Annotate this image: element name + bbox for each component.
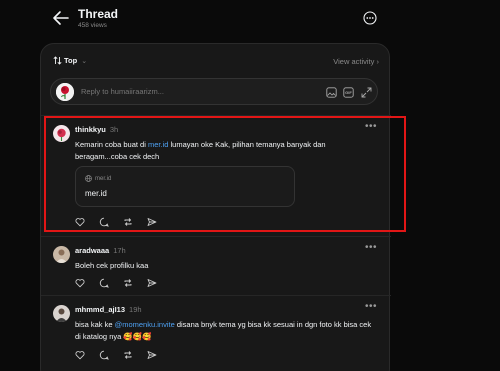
text-segment: bisa kak ke (75, 320, 115, 329)
list-item: mhmmd_ajI13 19h ••• bisa kak ke @momenku.… (41, 295, 391, 371)
username[interactable]: aradwaaa 17h (75, 246, 126, 255)
rose-avatar-icon (56, 83, 74, 101)
comment-icon[interactable] (99, 278, 109, 288)
share-icon[interactable] (147, 278, 157, 288)
heart-icon[interactable] (75, 278, 85, 288)
svg-text:GIF: GIF (345, 90, 352, 95)
sort-dropdown[interactable]: Top ⌄ (53, 56, 87, 65)
reply-input[interactable]: Reply to humaiiraarizm... (81, 87, 164, 96)
reply-box[interactable]: Reply to humaiiraarizm... GIF (50, 78, 378, 105)
avatar[interactable] (53, 246, 70, 263)
sort-icon (53, 56, 62, 65)
repost-icon[interactable] (123, 350, 133, 360)
gif-icon[interactable]: GIF (343, 87, 354, 98)
title-block: Thread 458 views (78, 7, 118, 29)
more-icon[interactable]: ••• (365, 242, 377, 253)
view-activity-link[interactable]: View activity › (333, 57, 379, 66)
post-actions (75, 278, 157, 288)
post-text: bisa kak ke @momenku.invite disana bnyk … (75, 319, 375, 343)
view-activity-label: View activity (333, 57, 375, 66)
chevron-down-icon: ⌄ (81, 57, 88, 65)
page-title: Thread (78, 7, 119, 21)
sort-label: Top (64, 56, 78, 65)
username[interactable]: mhmmd_ajI13 19h (75, 305, 142, 314)
view-count: 458 views (78, 22, 107, 29)
more-icon[interactable]: ••• (365, 301, 377, 312)
avatar (56, 83, 74, 101)
back-arrow-icon[interactable] (52, 10, 70, 26)
expand-icon[interactable] (361, 87, 372, 98)
repost-icon[interactable] (123, 278, 133, 288)
avatar[interactable] (53, 305, 70, 322)
sort-bar: Top ⌄ View activity › (53, 56, 379, 70)
more-options-icon[interactable] (363, 11, 377, 25)
share-icon[interactable] (147, 350, 157, 360)
list-item: aradwaaa 17h ••• Boleh cek profilku kaa (41, 236, 391, 295)
thread-header: Thread 458 views (0, 0, 500, 40)
username-text: aradwaaa (75, 246, 110, 255)
avatar-image (53, 246, 70, 263)
post-text: Boleh cek profilku kaa (75, 261, 149, 270)
username-text: mhmmd_ajI13 (75, 305, 126, 314)
highlight-box (44, 116, 406, 232)
chevron-right-icon: › (376, 57, 380, 66)
comment-icon[interactable] (99, 350, 109, 360)
avatar-image (53, 305, 70, 322)
image-icon[interactable] (326, 87, 337, 98)
timestamp: 19h (129, 305, 142, 314)
timestamp: 17h (113, 246, 126, 255)
mention-link[interactable]: @momenku.invite (115, 320, 175, 329)
post-actions (75, 350, 157, 360)
heart-icon[interactable] (75, 350, 85, 360)
